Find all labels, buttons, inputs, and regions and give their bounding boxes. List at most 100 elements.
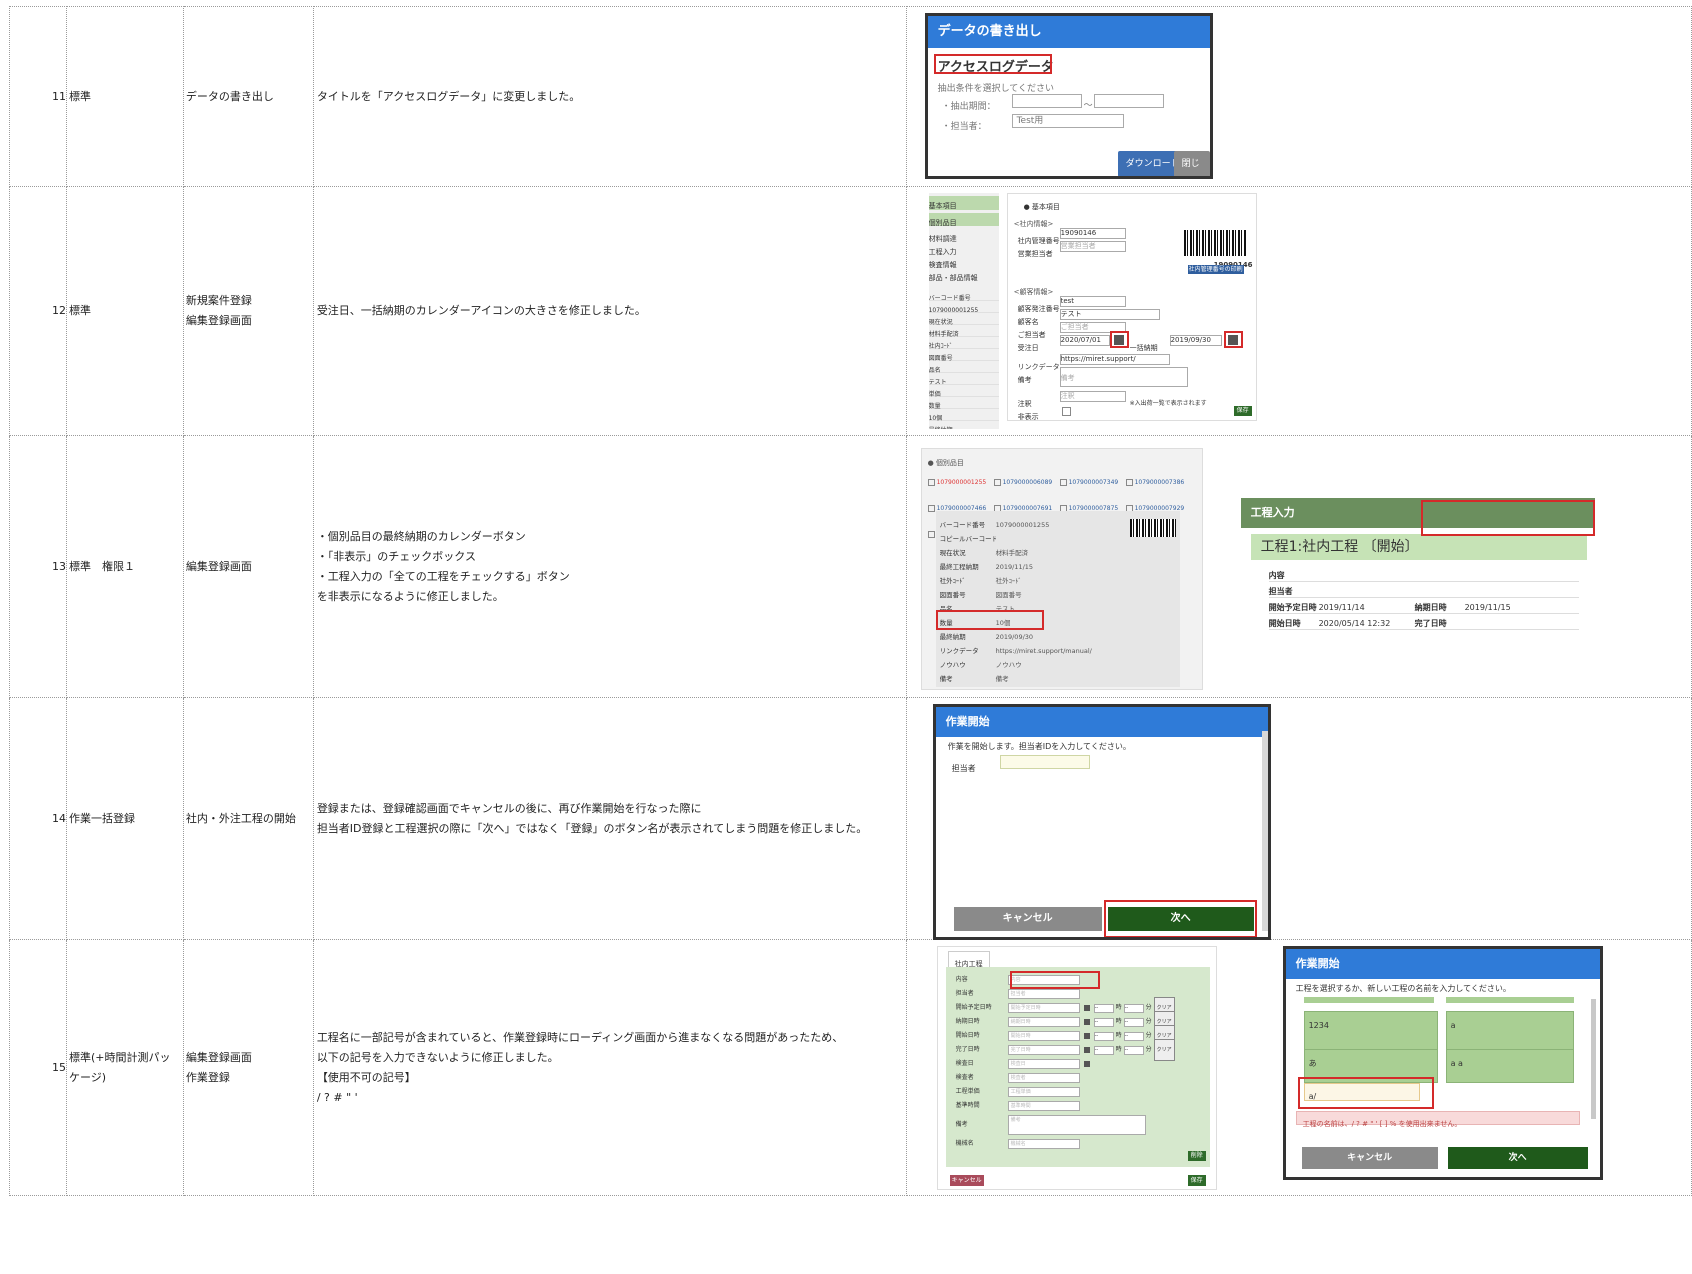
print-barcode-button[interactable]: 社内管理番号の印刷 xyxy=(1187,265,1244,274)
process-tile[interactable]: a a xyxy=(1445,1049,1574,1083)
checkbox-icon[interactable] xyxy=(1059,479,1067,486)
checkbox-icon[interactable] xyxy=(927,505,935,512)
process-tile[interactable]: 1234 xyxy=(1303,1011,1438,1051)
next-button[interactable]: 次へ xyxy=(1447,1147,1588,1169)
scrollbar[interactable] xyxy=(1590,999,1596,1119)
owner-select[interactable]: Test用 xyxy=(1011,114,1124,128)
minute-select[interactable]: -- xyxy=(1123,1003,1144,1013)
form-input[interactable]: 基準時間 xyxy=(1007,1101,1080,1111)
bulk-date-input[interactable]: 2019/09/30 xyxy=(1169,335,1222,346)
category-cell[interactable]: 標準 権限１ xyxy=(66,435,184,698)
form-input[interactable]: 備考 xyxy=(1007,1115,1146,1135)
scrollbar[interactable] xyxy=(1261,731,1268,931)
row-number-cell[interactable]: 11 xyxy=(9,6,67,187)
description-cell[interactable]: 受注日、一括納期のカレンダーアイコンの大きさを修正しました。 xyxy=(312,186,907,436)
minute-select[interactable]: -- xyxy=(1123,1045,1144,1055)
row-number-cell[interactable]: 13 xyxy=(9,435,67,698)
minute-select[interactable]: -- xyxy=(1123,1031,1144,1041)
description-cell[interactable]: タイトルを「アクセスログデータ」に変更しました。 xyxy=(312,6,907,187)
row-number-cell[interactable]: 15 xyxy=(9,939,67,1196)
calendar-icon[interactable] xyxy=(1083,1019,1090,1025)
row-number-cell[interactable]: 14 xyxy=(9,697,67,940)
screen-cell[interactable]: 編集登録画面 xyxy=(182,435,314,698)
minute-select[interactable]: -- xyxy=(1123,1017,1144,1027)
save-button[interactable]: 保存 xyxy=(1187,1175,1206,1186)
hidden-checkbox[interactable] xyxy=(1061,407,1071,416)
calendar-icon[interactable] xyxy=(1083,1033,1090,1039)
cancel-button[interactable]: キャンセル xyxy=(1301,1147,1438,1169)
form-input[interactable]: 検査日 xyxy=(1007,1059,1080,1069)
note-textarea[interactable]: 備考 xyxy=(1059,367,1188,387)
side-item[interactable]: 部品・部品情報 xyxy=(929,268,999,282)
process-tile[interactable] xyxy=(1445,997,1574,1003)
checkbox-icon[interactable] xyxy=(927,531,935,538)
order-date-input[interactable]: 2020/07/01 xyxy=(1059,335,1110,346)
calendar-icon[interactable] xyxy=(1083,1047,1090,1053)
screenshot-cell[interactable]: 作業開始 作業を開始します。担当者IDを入力してください。 担当者 キャンセル … xyxy=(905,697,1692,940)
form-input[interactable]: 検査者 xyxy=(1007,1073,1080,1083)
process-tile[interactable] xyxy=(1303,997,1434,1003)
side-item[interactable]: 工程入力 xyxy=(929,242,999,256)
form-input[interactable]: 完了日時 xyxy=(1007,1045,1080,1055)
item-field-label: 最終工程納期 xyxy=(939,563,979,571)
field-label: 受注日 xyxy=(1017,344,1039,352)
screenshot-cell[interactable]: 社内工程 内容 内容 担当者 担当者 開始予定日時 開始予定日時 -- 時 -- 分クリア 納期日時… xyxy=(905,939,1692,1196)
category-cell[interactable]: 標準(+時間計測パッ ケージ) xyxy=(66,939,184,1196)
clear-button[interactable]: クリア xyxy=(1153,1039,1175,1061)
screen-cell[interactable]: データの書き出し xyxy=(182,6,314,187)
item-code-checkbox[interactable]: 1079000006089 xyxy=(993,473,1060,493)
mgmt-number-input[interactable]: 19090146 xyxy=(1059,228,1126,239)
row-number-cell[interactable]: 12 xyxy=(9,186,67,436)
period-end-input[interactable] xyxy=(1093,94,1164,108)
side-item[interactable]: 基本項目 xyxy=(928,196,999,210)
form-input[interactable]: 担当者 xyxy=(1007,989,1080,999)
form-input[interactable]: 開始予定日時 xyxy=(1007,1003,1080,1013)
side-item[interactable]: 材料調達 xyxy=(929,229,999,243)
form-input[interactable]: 機械名 xyxy=(1007,1139,1080,1149)
hour-select[interactable]: -- xyxy=(1093,1045,1114,1055)
order-number-input[interactable]: test xyxy=(1059,296,1126,307)
category-cell[interactable]: 標準 xyxy=(66,186,184,436)
item-code-checkbox[interactable]: 1079000007349 xyxy=(1059,473,1126,493)
screen-cell[interactable]: 編集登録画面 作業登録 xyxy=(182,939,314,1196)
process-tile[interactable]: a xyxy=(1445,1011,1574,1051)
form-input[interactable]: 工程単価 xyxy=(1007,1087,1080,1097)
checkbox-icon[interactable] xyxy=(1125,479,1133,486)
calendar-icon[interactable] xyxy=(1083,1061,1090,1067)
screenshot-cell[interactable]: 基本項目 個別品目 材料調達 工程入力 検査情報 部品・部品情報 バーコード番号… xyxy=(905,186,1692,436)
category: 標準(+時間計測パッ ケージ) xyxy=(67,1048,183,1088)
cancel-button[interactable]: キャンセル xyxy=(949,1175,984,1186)
process-input-panel: 工程入力 工程1:社内工程 〔開始〕 内容 担当者 開始予定日時 2019/11/14… xyxy=(1232,494,1603,634)
memo-input[interactable]: 注釈 xyxy=(1059,391,1126,402)
screenshot-cell[interactable]: ● 個別品目 1079000001255 1079000006089 1079000… xyxy=(905,435,1692,698)
sales-input[interactable]: 営業担当者 xyxy=(1059,241,1126,252)
category-cell[interactable]: 標準 xyxy=(66,6,184,187)
hour-select[interactable]: -- xyxy=(1093,1003,1114,1013)
item-code-checkbox[interactable]: 1079000001255 xyxy=(927,473,994,493)
period-start-input[interactable] xyxy=(1011,94,1082,108)
form-input[interactable]: 納期日時 xyxy=(1007,1017,1080,1027)
screen-cell[interactable]: 社内・外注工程の開始 xyxy=(182,697,314,940)
close-button[interactable]: 閉じる xyxy=(1173,151,1210,176)
owner-id-input[interactable] xyxy=(999,755,1090,769)
calendar-icon[interactable] xyxy=(1083,1005,1090,1011)
screen-cell[interactable]: 新規案件登録 編集登録画面 xyxy=(182,186,314,436)
customer-input[interactable]: テスト xyxy=(1059,309,1160,320)
hour-select[interactable]: -- xyxy=(1093,1017,1114,1027)
description-cell[interactable]: ・個別品目の最終納期のカレンダーボタン ・「非表示」のチェックボックス ・工程入… xyxy=(312,435,907,698)
cancel-button[interactable]: キャンセル xyxy=(953,907,1102,931)
link-input[interactable]: https://miret.support/ xyxy=(1059,354,1170,365)
side-item[interactable]: 個別品目 xyxy=(928,213,999,227)
category-cell[interactable]: 作業一括登録 xyxy=(66,697,184,940)
form-input[interactable]: 開始日時 xyxy=(1007,1031,1080,1041)
description-cell[interactable]: 工程名に一部記号が含まれていると、作業登録時にローディング画面から進まなくなる問… xyxy=(312,939,907,1196)
side-item[interactable]: 検査情報 xyxy=(929,255,999,269)
item-code-checkbox[interactable]: 1079000007386 xyxy=(1125,473,1192,493)
screenshot-cell[interactable]: データの書き出し アクセスログデータ 抽出条件を選択してください ・抽出期間： … xyxy=(905,6,1692,187)
checkbox-icon[interactable] xyxy=(927,479,935,486)
save-button[interactable]: 保存 xyxy=(1233,406,1252,416)
checkbox-icon[interactable] xyxy=(993,479,1001,486)
delete-button[interactable]: 削除 xyxy=(1187,1151,1206,1161)
description-cell[interactable]: 登録または、登録確認画面でキャンセルの後に、再び作業開始を行なった際に 担当者I… xyxy=(312,697,907,940)
hour-select[interactable]: -- xyxy=(1093,1031,1114,1041)
